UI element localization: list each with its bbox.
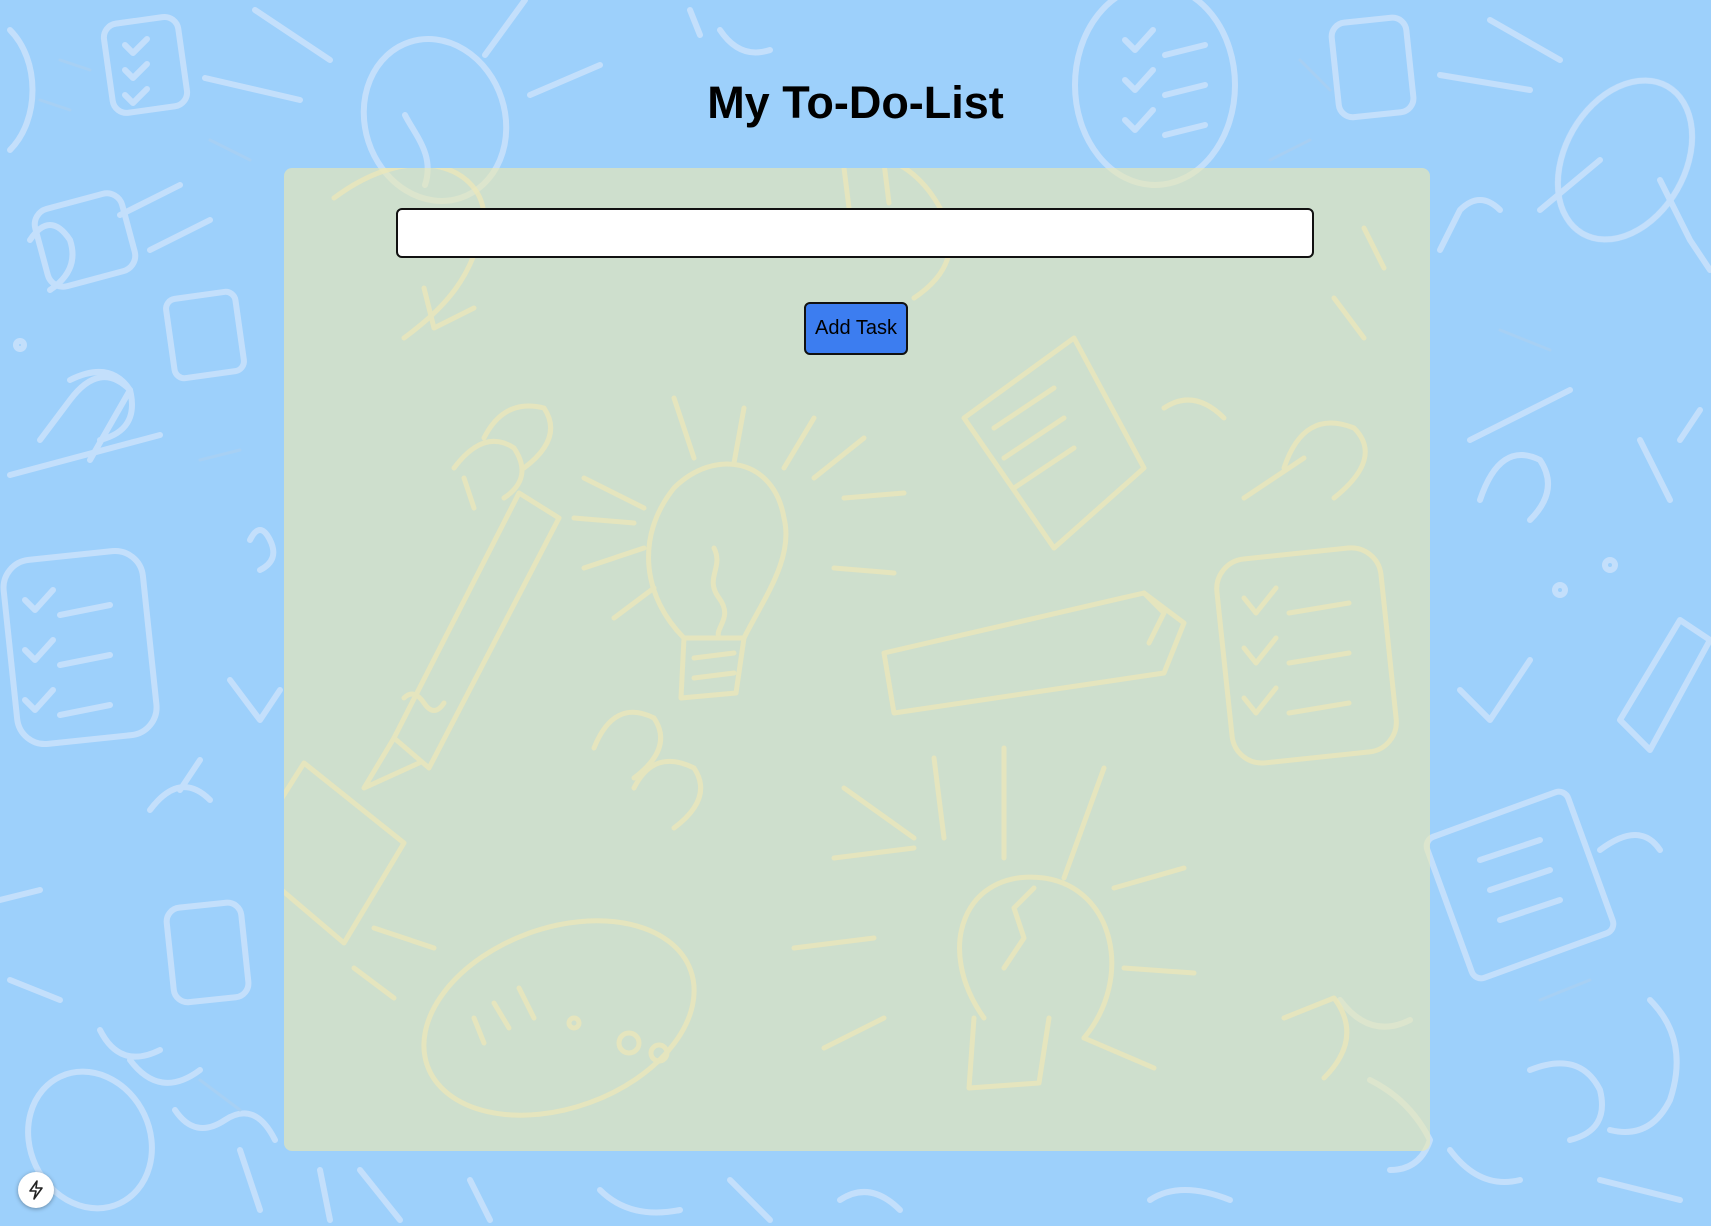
add-task-button[interactable]: Add Task	[804, 302, 908, 355]
task-input[interactable]	[396, 208, 1314, 258]
lightning-icon	[29, 1180, 43, 1200]
page-title: My To-Do-List	[707, 77, 1004, 128]
dev-indicator-button[interactable]	[18, 1172, 54, 1208]
todo-card: Add Task	[284, 168, 1430, 1151]
